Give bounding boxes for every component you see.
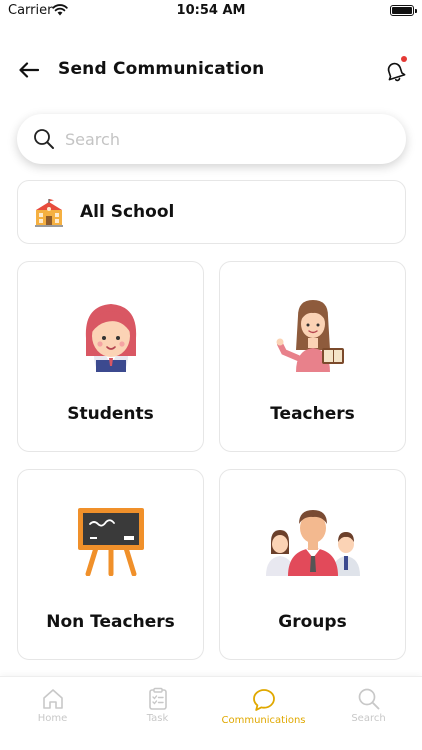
battery-icon: [390, 5, 417, 16]
nav-home[interactable]: Home: [0, 687, 105, 737]
students-label: Students: [67, 404, 154, 424]
teachers-label: Teachers: [270, 404, 355, 424]
bottom-nav: Home Task Communications Search: [0, 676, 422, 750]
school-building-icon: [35, 199, 63, 227]
home-icon: [42, 689, 63, 709]
arrow-left-icon: [19, 62, 39, 78]
group-people-icon: [265, 510, 360, 576]
student-girl-icon: [85, 304, 136, 372]
nav-communications[interactable]: Communications: [211, 687, 316, 737]
students-card[interactable]: Students: [17, 261, 204, 452]
search-bar[interactable]: [17, 114, 406, 164]
nav-search[interactable]: Search: [316, 687, 421, 737]
nav-task[interactable]: Task: [105, 687, 210, 737]
nav-task-label: Task: [146, 713, 169, 724]
all-school-button[interactable]: All School: [17, 180, 406, 244]
back-button[interactable]: [14, 56, 44, 84]
search-icon: [358, 688, 379, 710]
teacher-with-book-icon: [276, 300, 344, 372]
page-title: Send Communication: [58, 59, 265, 79]
nav-communications-label: Communications: [221, 715, 306, 726]
non-teachers-label: Non Teachers: [46, 612, 175, 632]
chalkboard-icon: [77, 508, 144, 576]
all-school-label: All School: [80, 202, 175, 222]
groups-label: Groups: [278, 612, 347, 632]
notification-dot: [401, 56, 407, 62]
teachers-card[interactable]: Teachers: [219, 261, 406, 452]
clipboard-icon: [148, 687, 167, 710]
groups-card[interactable]: Groups: [219, 469, 406, 660]
non-teachers-card[interactable]: Non Teachers: [17, 469, 204, 660]
nav-home-label: Home: [37, 713, 68, 724]
clock: 10:54 AM: [176, 3, 246, 18]
search-input[interactable]: [65, 126, 385, 152]
status-bar: Carrier 10:54 AM: [0, 0, 422, 24]
search-icon: [34, 129, 54, 149]
chat-bubble-icon: [252, 689, 275, 711]
nav-search-label: Search: [351, 713, 386, 724]
notification-button[interactable]: [382, 56, 410, 84]
header-bar: Send Communication: [0, 48, 422, 92]
